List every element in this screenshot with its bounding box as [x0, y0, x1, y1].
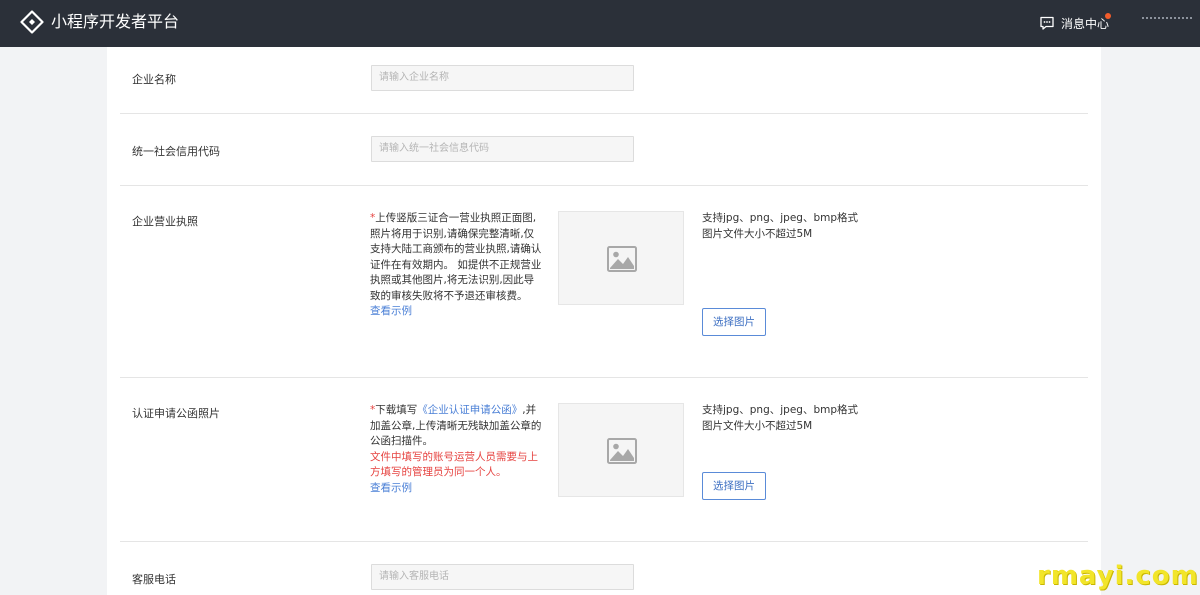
business-license-preview[interactable] — [558, 211, 684, 305]
business-license-choose-image-button[interactable]: 选择图片 — [702, 308, 766, 336]
business-license-format-hints: 支持jpg、png、jpeg、bmp格式 图片文件大小不超过5M — [702, 211, 858, 242]
size-hint: 图片文件大小不超过5M — [702, 419, 813, 432]
format-hint: 支持jpg、png、jpeg、bmp格式 — [702, 404, 858, 416]
message-center-label: 消息中心 — [1061, 16, 1110, 31]
form-row-business-license: 企业营业执照 *上传竖版三证合一营业执照正面图,照片将用于识别,请确保完整清晰,… — [120, 186, 1088, 378]
authorization-letter-choose-image-button[interactable]: 选择图片 — [702, 472, 766, 500]
service-phone-input[interactable]: 请输入客服电话 — [371, 564, 634, 590]
user-account-menu[interactable] — [1142, 17, 1192, 25]
credit-code-label: 统一社会信用代码 — [132, 145, 220, 158]
form-row-credit-code: 统一社会信用代码 请输入统一社会信息代码 — [120, 114, 1088, 186]
form-row-service-phone: 客服电话 请输入客服电话 — [120, 542, 1088, 595]
authorization-letter-label: 认证申请公函照片 — [132, 407, 220, 420]
business-license-description: *上传竖版三证合一营业执照正面图,照片将用于识别,请确保完整清晰,仅支持大陆工商… — [370, 211, 542, 320]
authorization-letter-description: *下载填写《企业认证申请公函》,并加盖公章,上传清晰无残缺加盖公章的公函扫描件。… — [370, 403, 542, 496]
format-hint: 支持jpg、png、jpeg、bmp格式 — [702, 212, 858, 224]
authorization-letter-format-hints: 支持jpg、png、jpeg、bmp格式 图片文件大小不超过5M — [702, 403, 858, 434]
image-placeholder-icon — [607, 246, 637, 272]
unread-badge — [1105, 13, 1111, 19]
top-navigation-bar: 小程序开发者平台 消息中心 — [0, 0, 1200, 47]
business-license-example-link[interactable]: 查看示例 — [370, 305, 412, 317]
operator-warning: 文件中填写的账号运营人员需要与上方填写的管理员为同一个人。 — [370, 450, 538, 479]
authorization-letter-example-link[interactable]: 查看示例 — [370, 482, 412, 494]
enterprise-verification-form: 企业名称 请输入企业名称 统一社会信用代码 请输入统一社会信息代码 企业营业执照… — [107, 47, 1101, 595]
authorization-letter-preview[interactable] — [558, 403, 684, 497]
service-phone-label: 客服电话 — [132, 573, 176, 586]
credit-code-input[interactable]: 请输入统一社会信息代码 — [371, 136, 634, 162]
download-instruction: 下载填写 — [375, 404, 418, 416]
size-hint: 图片文件大小不超过5M — [702, 227, 813, 240]
platform-title[interactable]: 小程序开发者平台 — [51, 12, 179, 32]
message-icon — [1040, 16, 1054, 30]
form-row-company-name: 企业名称 请输入企业名称 — [120, 47, 1088, 114]
business-license-label: 企业营业执照 — [132, 215, 198, 228]
image-placeholder-icon — [607, 438, 637, 464]
message-center-link[interactable]: 消息中心 — [1039, 13, 1111, 32]
watermark-text: rmayi.com — [1037, 561, 1199, 591]
business-license-instructions: 上传竖版三证合一营业执照正面图,照片将用于识别,请确保完整清晰,仅支持大陆工商颁… — [370, 212, 542, 302]
company-name-input[interactable]: 请输入企业名称 — [371, 65, 634, 91]
company-name-label: 企业名称 — [132, 73, 176, 86]
authorization-letter-template-link[interactable]: 《企业认证申请公函》 — [417, 404, 522, 416]
form-row-authorization-letter: 认证申请公函照片 *下载填写《企业认证申请公函》,并加盖公章,上传清晰无残缺加盖… — [120, 378, 1088, 542]
platform-logo-icon[interactable] — [20, 10, 44, 34]
